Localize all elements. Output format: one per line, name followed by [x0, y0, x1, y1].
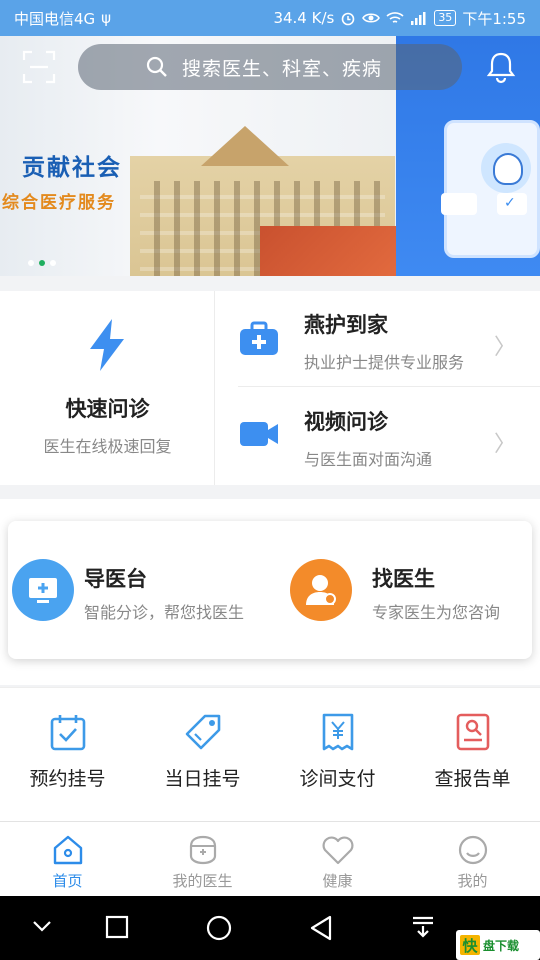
banner-pagination [28, 260, 56, 266]
quick-consult-subtitle: 医生在线极速回复 [43, 437, 172, 456]
guide-card: 导医台 智能分诊，帮您找医生 找医生 专家医生为您咨询 [8, 521, 532, 659]
signal-icon [411, 12, 426, 25]
triage-desk-item[interactable]: 导医台 智能分诊，帮您找医生 [8, 521, 270, 659]
tab-home[interactable]: 首页 [0, 834, 135, 891]
home-icon [53, 835, 82, 865]
service-section: 快速问诊 医生在线极速回复 燕护到家 执业护士提供专业服务 〉 视频问诊 与医生… [0, 291, 540, 485]
payment-label: 诊间支付 [299, 768, 376, 790]
tab-health-label: 健康 [322, 872, 353, 890]
video-camera-icon [240, 422, 278, 446]
notification-pulldown-icon[interactable] [410, 914, 436, 940]
search-bar[interactable]: 搜索医生、科室、疾病 [78, 44, 462, 90]
report-label: 查报告单 [434, 768, 511, 790]
banner-slogan-main: 贡献社会 [22, 155, 122, 181]
report-button[interactable]: 查报告单 [405, 712, 540, 791]
watermark-logo: 快 盘下载 [456, 930, 540, 960]
same-day-button[interactable]: 当日挂号 [135, 712, 270, 791]
alarm-icon [342, 12, 355, 26]
search-icon [146, 56, 167, 77]
report-search-icon [456, 713, 489, 751]
eye-icon [362, 13, 381, 23]
appointment-label: 预约挂号 [29, 768, 106, 790]
battery-icon: 35 [434, 10, 457, 26]
app-screen: 中国电信4G ψ 34.4 K/s 35 下午1:55 贡献社会 综合医疗服务 [0, 0, 540, 960]
search-placeholder: 搜索医生、科室、疾病 [182, 57, 383, 80]
doctor-avatar-icon [290, 559, 352, 621]
home-care-row[interactable]: 燕护到家 执业护士提供专业服务 〉 [238, 291, 540, 387]
video-consult-title: 视频问诊 [304, 410, 388, 434]
recents-square-icon[interactable] [104, 914, 130, 940]
appointment-button[interactable]: 预约挂号 [0, 712, 135, 791]
heart-icon [322, 836, 353, 865]
find-doctor-item[interactable]: 找医生 专家医生为您咨询 [270, 521, 532, 659]
status-bar: 中国电信4G ψ 34.4 K/s 35 下午1:55 [0, 0, 540, 36]
tab-mine-label: 我的 [457, 872, 488, 890]
usb-icon: ψ [101, 9, 112, 27]
watermark-badge: 快 [460, 935, 480, 955]
chevron-right-icon: 〉 [493, 335, 516, 360]
home-care-title: 燕护到家 [304, 313, 388, 337]
bottom-tab-bar: 首页 我的医生 健康 我的 [0, 821, 540, 896]
quick-consult-title: 快速问诊 [65, 397, 150, 421]
find-doctor-title: 找医生 [372, 567, 435, 591]
banner-slogan-sub: 综合医疗服务 [2, 193, 116, 213]
find-doctor-subtitle: 专家医生为您咨询 [372, 603, 501, 622]
quick-consult-card[interactable]: 快速问诊 医生在线极速回复 [0, 291, 215, 485]
doctor-icon [189, 835, 216, 865]
monitor-plus-icon [12, 559, 74, 621]
video-consult-subtitle: 与医生面对面沟通 [304, 450, 433, 469]
phone-illustration [441, 120, 540, 258]
receipt-yen-icon [322, 713, 353, 751]
video-consult-row[interactable]: 视频问诊 与医生面对面沟通 〉 [238, 388, 540, 484]
watermark-text: 盘下载 [483, 938, 520, 953]
medical-kit-icon [240, 321, 278, 355]
payment-button[interactable]: 诊间支付 [270, 712, 405, 791]
wifi-icon [386, 12, 404, 23]
tab-health[interactable]: 健康 [270, 834, 405, 891]
carrier-label: 中国电信4G [14, 9, 96, 28]
chevron-right-icon: 〉 [493, 432, 516, 457]
banner-dot[interactable] [50, 260, 56, 266]
banner-dot[interactable] [28, 260, 34, 266]
home-care-subtitle: 执业护士提供专业服务 [304, 353, 465, 372]
tab-home-label: 首页 [52, 872, 83, 890]
chevron-down-icon[interactable] [30, 914, 54, 938]
tag-icon [185, 714, 220, 750]
clock: 下午1:55 [462, 9, 526, 28]
triage-title: 导医台 [84, 567, 147, 591]
bell-icon[interactable] [484, 50, 518, 84]
lightning-icon [90, 319, 124, 371]
tab-my-doctor-label: 我的医生 [172, 872, 233, 890]
same-day-label: 当日挂号 [164, 768, 241, 790]
home-circle-icon[interactable] [205, 914, 233, 942]
scan-icon[interactable] [22, 50, 56, 84]
smile-icon [458, 835, 487, 865]
triage-subtitle: 智能分诊，帮您找医生 [84, 603, 245, 622]
guide-section: 导医台 智能分诊，帮您找医生 找医生 专家医生为您咨询 [0, 499, 540, 685]
network-speed: 34.4 K/s [273, 9, 335, 27]
tab-my-doctor[interactable]: 我的医生 [135, 834, 270, 891]
calendar-check-icon [50, 715, 85, 751]
banner-decor [260, 226, 396, 276]
tab-mine[interactable]: 我的 [405, 834, 540, 891]
back-triangle-icon[interactable] [308, 914, 334, 942]
banner-dot-active[interactable] [39, 260, 45, 266]
quick-actions: 预约挂号 当日挂号 诊间支付 查报告单 [0, 687, 540, 821]
